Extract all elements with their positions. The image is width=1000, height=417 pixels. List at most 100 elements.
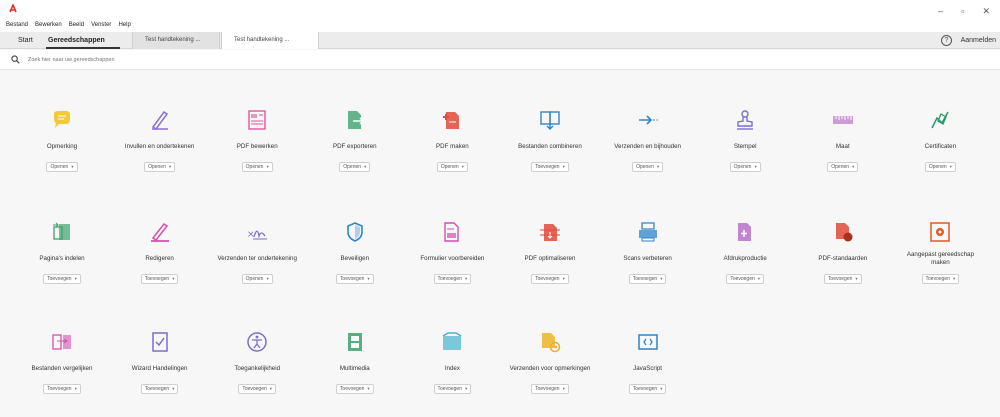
tool-edit-pdf[interactable]: PDF bewerken Openen ▾ xyxy=(215,108,299,173)
tool-action-button[interactable]: Openen ▾ xyxy=(729,162,761,172)
chevron-down-icon[interactable]: ▾ xyxy=(465,276,467,281)
chevron-down-icon[interactable]: ▾ xyxy=(953,276,955,281)
chevron-down-icon[interactable]: ▾ xyxy=(563,386,565,391)
tool-action-button[interactable]: Toevoegen ▾ xyxy=(140,274,179,284)
tool-action-button[interactable]: Openen ▾ xyxy=(241,162,273,172)
tool-optimize-pdf[interactable]: PDF optimaliseren Toevoegen ▾ xyxy=(508,220,592,285)
tool-pdf-standards[interactable]: PDF-standaarden Toevoegen ▾ xyxy=(801,220,885,285)
tool-protect[interactable]: Beveiligen Toevoegen ▾ xyxy=(313,220,397,285)
tool-organize-pages[interactable]: Pagina's indelen Toevoegen ▾ xyxy=(20,220,104,285)
tool-action-button[interactable]: Toevoegen ▾ xyxy=(531,274,569,284)
tool-combine-files[interactable]: Bestanden combineren Toevoegen ▾ xyxy=(508,108,592,173)
tool-action-button[interactable]: Openen ▾ xyxy=(924,162,956,172)
chevron-down-icon[interactable]: ▾ xyxy=(465,386,467,391)
tool-label: Index xyxy=(444,365,460,372)
menu-edit[interactable]: Bewerken xyxy=(35,19,62,31)
tool-action-button[interactable]: Openen ▾ xyxy=(827,162,859,172)
tool-label: Verzenden en bijhouden xyxy=(614,143,681,150)
help-icon[interactable]: ? xyxy=(941,35,952,46)
tool-action-button[interactable]: Toevoegen ▾ xyxy=(335,274,374,284)
chevron-down-icon[interactable]: ▾ xyxy=(855,276,857,281)
chevron-down-icon[interactable]: ▾ xyxy=(657,164,659,169)
chevron-down-icon[interactable]: ▾ xyxy=(758,276,760,281)
tool-create-pdf[interactable]: PDF maken Openen ▾ xyxy=(410,108,494,173)
tool-action-button[interactable]: Toevoegen ▾ xyxy=(140,384,179,394)
tab-document-1[interactable]: Test handtekening ... xyxy=(132,32,220,49)
sign-in-button[interactable]: Aanmelden xyxy=(961,32,996,49)
search-input[interactable] xyxy=(28,53,328,67)
chevron-down-icon[interactable]: ▾ xyxy=(367,386,369,391)
menu-file[interactable]: Bestand xyxy=(6,19,28,31)
tool-action-wizard[interactable]: Wizard Handelingen Toevoegen ▾ xyxy=(118,330,202,395)
tool-action-button[interactable]: Toevoegen ▾ xyxy=(433,384,472,394)
tool-action-button[interactable]: Openen ▾ xyxy=(144,162,176,172)
tool-action-button[interactable]: Openen ▾ xyxy=(241,274,273,284)
chevron-down-icon[interactable]: ▾ xyxy=(660,276,662,281)
chevron-down-icon[interactable]: ▾ xyxy=(266,276,268,281)
tool-javascript[interactable]: JavaScript Toevoegen ▾ xyxy=(606,330,690,395)
tool-export-pdf[interactable]: PDF exporteren Openen ▾ xyxy=(313,108,397,173)
chevron-down-icon[interactable]: ▾ xyxy=(266,164,268,169)
chevron-down-icon[interactable]: ▾ xyxy=(563,276,565,281)
menu-help[interactable]: Help xyxy=(118,19,130,31)
tool-custom-tool[interactable]: Aangepast gereedschap maken Toevoegen ▾ xyxy=(898,220,982,285)
tool-comment[interactable]: Opmerking Openen ▾ xyxy=(20,108,104,173)
tab-home[interactable]: Start xyxy=(18,32,33,49)
chevron-down-icon[interactable]: ▾ xyxy=(172,386,174,391)
chevron-down-icon[interactable]: ▾ xyxy=(71,164,73,169)
tool-accessibility[interactable]: Toegankelijkheid Toevoegen ▾ xyxy=(215,330,299,395)
tab-document-2[interactable]: Test handtekening ... xyxy=(221,32,319,49)
tool-action-button[interactable]: Toevoegen ▾ xyxy=(531,384,569,394)
tool-action-button[interactable]: Toevoegen ▾ xyxy=(921,274,960,284)
tool-action-button[interactable]: Toevoegen ▾ xyxy=(823,274,862,284)
tool-certificates[interactable]: Certificaten Openen ▾ xyxy=(898,108,982,173)
tool-action-button[interactable]: Toevoegen ▾ xyxy=(238,384,277,394)
tool-stamp[interactable]: Stempel Openen ▾ xyxy=(703,108,787,173)
tool-action-button[interactable]: Toevoegen ▾ xyxy=(335,384,374,394)
tool-action-button[interactable]: Toevoegen ▾ xyxy=(433,274,472,284)
tool-action-button[interactable]: Toevoegen ▾ xyxy=(628,274,667,284)
chevron-down-icon[interactable]: ▾ xyxy=(462,164,464,169)
tool-print-production[interactable]: Afdrukproductie Toevoegen ▾ xyxy=(703,220,787,285)
chevron-down-icon[interactable]: ▾ xyxy=(950,164,952,169)
tool-measure[interactable]: Maat Openen ▾ xyxy=(801,108,885,173)
chevron-down-icon[interactable]: ▾ xyxy=(75,276,77,281)
tool-enhance-scans[interactable]: Scans verbeteren Toevoegen ▾ xyxy=(606,220,690,285)
chevron-down-icon[interactable]: ▾ xyxy=(754,164,756,169)
tool-send-for-signature[interactable]: × Verzenden ter ondertekening Openen ▾ xyxy=(215,220,299,285)
tool-action-button[interactable]: Openen ▾ xyxy=(339,162,371,172)
tool-action-label: Toevoegen xyxy=(632,276,658,282)
chevron-down-icon[interactable]: ▾ xyxy=(270,386,272,391)
menu-view[interactable]: Beeld xyxy=(69,19,84,31)
chevron-down-icon[interactable]: ▾ xyxy=(367,276,369,281)
tool-action-button[interactable]: Toevoegen ▾ xyxy=(628,384,667,394)
tool-rich-media[interactable]: Multimedia Toevoegen ▾ xyxy=(313,330,397,395)
tool-action-button[interactable]: Openen ▾ xyxy=(46,162,78,172)
tool-action-button[interactable]: Openen ▾ xyxy=(436,162,468,172)
minimize-icon[interactable]: – xyxy=(938,6,943,17)
tool-fill-sign[interactable]: Invullen en ondertekenen Openen ▾ xyxy=(118,108,202,173)
chevron-down-icon[interactable]: ▾ xyxy=(660,386,662,391)
tool-action-button[interactable]: Toevoegen ▾ xyxy=(726,274,765,284)
chevron-down-icon[interactable]: ▾ xyxy=(169,164,171,169)
menu-window[interactable]: Venster xyxy=(91,19,111,31)
tool-prepare-form[interactable]: Formulier voorbereiden Toevoegen ▾ xyxy=(410,220,494,285)
chevron-down-icon[interactable]: ▾ xyxy=(172,276,174,281)
tool-action-button[interactable]: Toevoegen ▾ xyxy=(531,162,569,172)
close-icon[interactable]: ✕ xyxy=(982,6,990,17)
tool-send-for-comments[interactable]: Verzenden voor opmerkingen Toevoegen ▾ xyxy=(508,330,592,395)
tool-send-track[interactable]: Verzenden en bijhouden Openen ▾ xyxy=(606,108,690,173)
tool-redact[interactable]: Redigeren Toevoegen ▾ xyxy=(118,220,202,285)
tool-index[interactable]: Index Toevoegen ▾ xyxy=(410,330,494,395)
rich-media-icon xyxy=(347,333,362,351)
chevron-down-icon[interactable]: ▾ xyxy=(852,164,854,169)
chevron-down-icon[interactable]: ▾ xyxy=(563,164,565,169)
edit-pdf-icon xyxy=(248,110,266,130)
tool-action-button[interactable]: Toevoegen ▾ xyxy=(43,274,81,284)
tool-action-button[interactable]: Toevoegen ▾ xyxy=(43,384,81,394)
maximize-icon[interactable]: ▫ xyxy=(961,6,964,17)
chevron-down-icon[interactable]: ▾ xyxy=(364,164,366,169)
tool-compare-files[interactable]: Bestanden vergelijken Toevoegen ▾ xyxy=(20,330,104,395)
chevron-down-icon[interactable]: ▾ xyxy=(75,386,77,391)
tool-action-button[interactable]: Openen ▾ xyxy=(632,162,664,172)
